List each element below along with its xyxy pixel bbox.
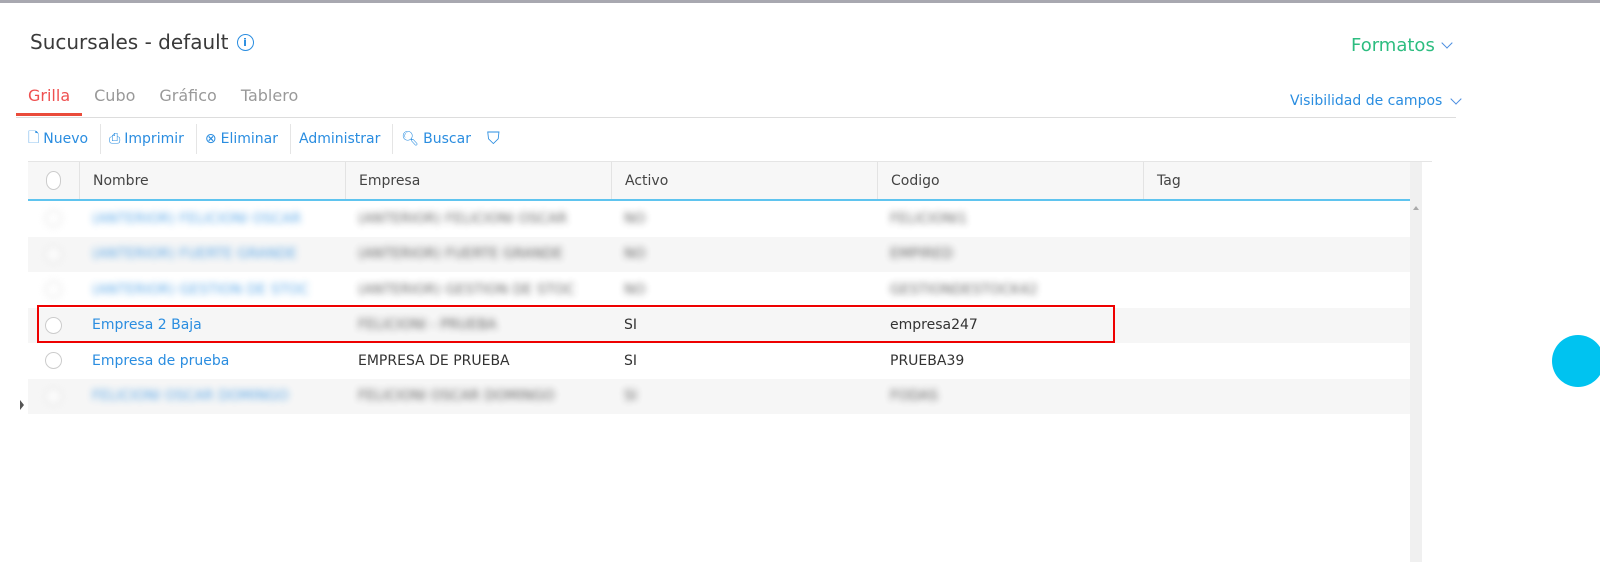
cell-activo: SI <box>624 388 638 405</box>
nuevo-button[interactable]: 🗋 Nuevo <box>20 124 102 154</box>
search-icon: 🔍︎ <box>401 131 420 147</box>
cell-tag <box>1143 272 1408 308</box>
cell-codigo: EMPIRED <box>890 246 953 263</box>
new-file-icon: 🗋 <box>28 130 40 146</box>
column-header-nombre[interactable]: Nombre <box>79 162 345 199</box>
cell-empresa: EMPRESA DE PRUEBA <box>358 352 510 369</box>
row-radio[interactable] <box>28 201 79 237</box>
data-grid: Nombre Empresa Activo Codigo Tag (ANTERI… <box>28 161 1432 562</box>
column-header-codigo[interactable]: Codigo <box>877 162 1143 199</box>
cell-activo: NO <box>624 210 646 227</box>
view-tabs: Grilla Cubo Gráfico Tablero <box>16 86 310 116</box>
page-title-text: Sucursales - default <box>30 30 229 54</box>
cell-tag <box>1143 379 1408 415</box>
scroll-up-icon[interactable] <box>1413 206 1419 210</box>
grid-header: Nombre Empresa Activo Codigo Tag <box>28 162 1410 201</box>
row-radio[interactable] <box>28 237 79 273</box>
column-header-empresa[interactable]: Empresa <box>345 162 611 199</box>
buscar-label: Buscar <box>423 131 471 147</box>
cell-codigo: PRUEBA39 <box>890 352 965 369</box>
print-icon: ⎙ <box>109 131 121 147</box>
eliminar-label: Eliminar <box>220 131 278 147</box>
cell-nombre[interactable]: Empresa de prueba <box>79 343 345 379</box>
select-all-checkbox[interactable] <box>28 162 79 199</box>
cell-nombre[interactable]: (ANTERIOR) FELICIONI OSCAR <box>79 201 345 237</box>
cell-tag <box>1143 237 1408 273</box>
chevron-down-icon <box>1450 92 1462 105</box>
expand-arrow-icon[interactable] <box>20 400 24 410</box>
formatos-dropdown[interactable]: Formatos <box>1351 35 1453 56</box>
row-radio[interactable] <box>28 379 79 415</box>
cell-tag <box>1143 201 1408 237</box>
nuevo-label: Nuevo <box>43 131 89 147</box>
tab-grafico[interactable]: Gráfico <box>147 86 228 116</box>
cell-activo: NO <box>624 281 646 298</box>
page-title: Sucursales - default i <box>30 30 254 54</box>
filter-icon[interactable]: ⛉ <box>487 129 500 149</box>
buscar-button[interactable]: 🔍︎ Buscar ⛉ <box>393 124 511 154</box>
chevron-down-icon <box>1441 37 1453 49</box>
column-header-tag[interactable]: Tag <box>1143 162 1408 199</box>
table-row[interactable]: Empresa de prueba EMPRESA DE PRUEBA SI P… <box>28 343 1410 379</box>
cell-nombre[interactable]: FELICIONI OSCAR DOMINGO <box>79 379 345 415</box>
tab-grilla[interactable]: Grilla <box>16 86 83 116</box>
table-row[interactable]: (ANTERIOR) FUERTE GRANDE (ANTERIOR) FUER… <box>28 236 1410 273</box>
imprimir-button[interactable]: ⎙ Imprimir <box>101 124 197 154</box>
cell-tag <box>1143 343 1408 379</box>
cell-nombre[interactable]: (ANTERIOR) GESTION DE STOC <box>79 272 345 308</box>
row-radio[interactable] <box>28 272 79 308</box>
column-header-activo[interactable]: Activo <box>611 162 877 199</box>
delete-circle-icon: ⊗ <box>204 131 217 147</box>
highlight-box <box>37 305 1115 343</box>
vertical-scrollbar[interactable] <box>1410 162 1422 562</box>
tab-cubo[interactable]: Cubo <box>82 86 147 116</box>
tab-tablero[interactable]: Tablero <box>229 86 310 116</box>
cell-codigo: FELICIONI1 <box>890 210 968 227</box>
imprimir-label: Imprimir <box>124 131 184 147</box>
cell-empresa: (ANTERIOR) FELICIONI OSCAR <box>358 210 568 227</box>
top-border <box>0 0 1600 3</box>
cell-empresa: FELICIONI OSCAR DOMINGO <box>358 388 555 405</box>
administrar-button[interactable]: Administrar <box>291 124 394 154</box>
formatos-label: Formatos <box>1351 35 1435 56</box>
table-row[interactable]: (ANTERIOR) GESTION DE STOC (ANTERIOR) GE… <box>28 272 1410 308</box>
info-icon[interactable]: i <box>236 33 254 51</box>
visibilidad-label: Visibilidad de campos <box>1290 93 1443 109</box>
table-row[interactable]: (ANTERIOR) FELICIONI OSCAR (ANTERIOR) FE… <box>28 201 1410 237</box>
cell-codigo: GESTIONDESTOCK42 <box>890 281 1038 298</box>
cell-empresa: (ANTERIOR) GESTION DE STOC <box>358 281 575 298</box>
table-row[interactable]: FELICIONI OSCAR DOMINGO FELICIONI OSCAR … <box>28 378 1410 415</box>
cell-tag <box>1143 308 1408 344</box>
row-radio[interactable] <box>28 343 79 379</box>
floating-action-button[interactable] <box>1552 335 1600 387</box>
cell-nombre[interactable]: (ANTERIOR) FUERTE GRANDE <box>79 237 345 273</box>
eliminar-button[interactable]: ⊗ Eliminar <box>197 124 291 154</box>
administrar-label: Administrar <box>298 131 381 147</box>
tabs-divider <box>16 117 1456 118</box>
cell-empresa: (ANTERIOR) FUERTE GRANDE <box>358 246 563 263</box>
cell-activo: SI <box>624 352 638 369</box>
visibilidad-campos-dropdown[interactable]: Visibilidad de campos <box>1290 92 1462 109</box>
cell-activo: NO <box>624 246 646 263</box>
cell-codigo: FODAS <box>890 388 939 405</box>
toolbar: 🗋 Nuevo ⎙ Imprimir ⊗ Eliminar Administrar 🔍… <box>20 124 512 154</box>
